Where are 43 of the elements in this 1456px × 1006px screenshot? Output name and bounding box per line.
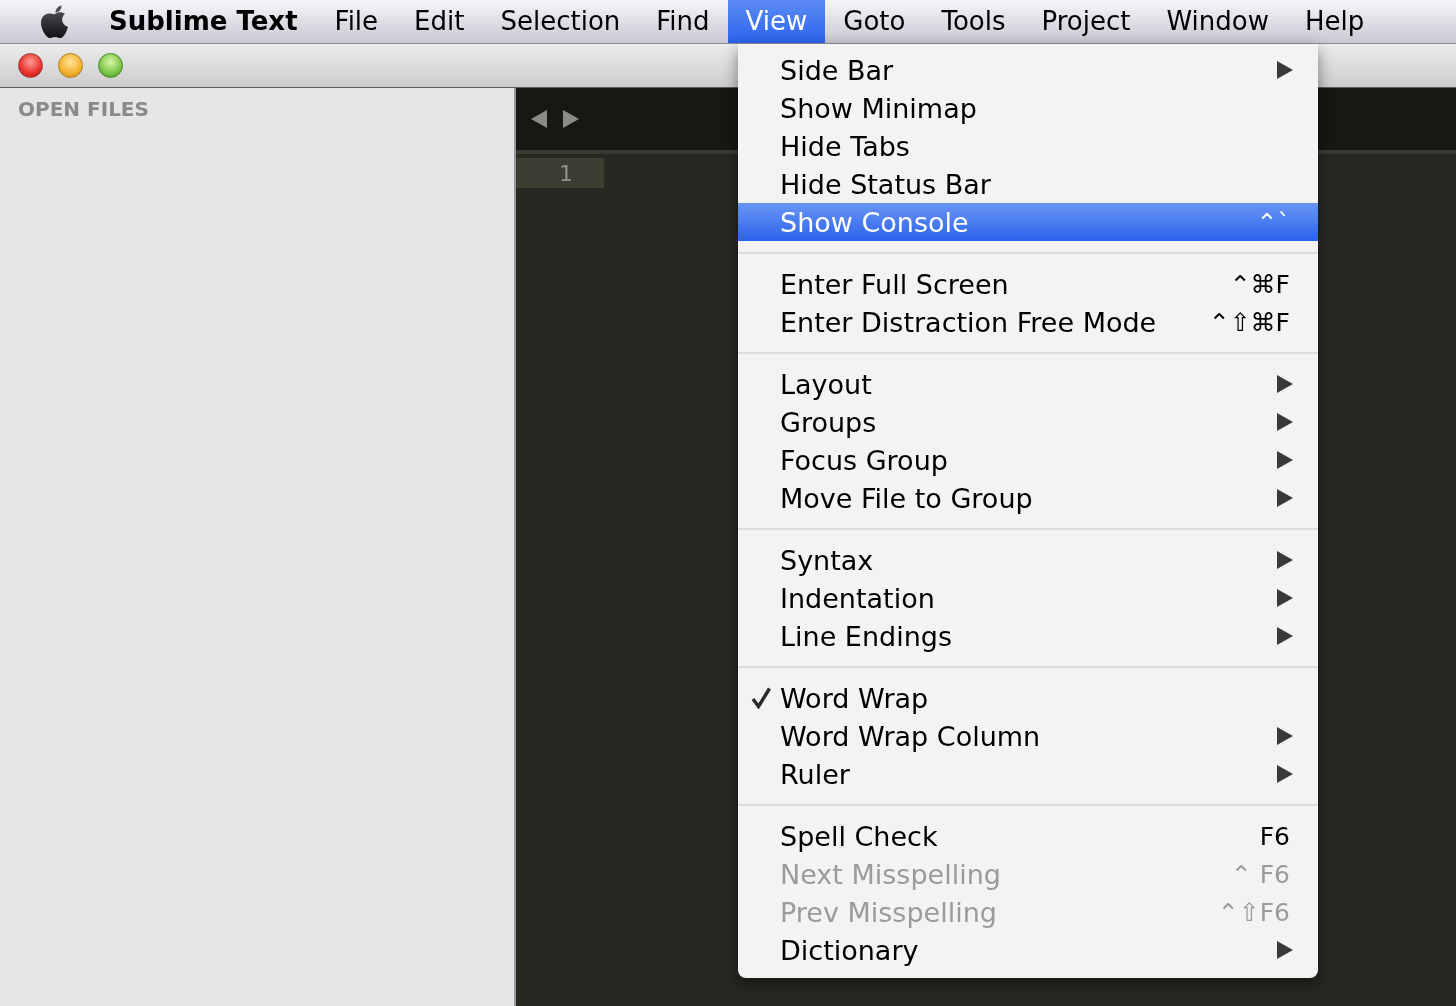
- menu-item[interactable]: Enter Full Screen ⌃⌘F: [738, 265, 1318, 303]
- menu-item[interactable]: Move File to Group: [738, 479, 1318, 517]
- menu-bar-item[interactable]: Window: [1148, 0, 1287, 43]
- menu-item[interactable]: Indentation: [738, 579, 1318, 617]
- shortcut-text: ⌃⇧⌘F: [1208, 309, 1290, 335]
- caret-left-icon[interactable]: [531, 110, 547, 128]
- zoom-icon[interactable]: [98, 53, 123, 78]
- menu-item[interactable]: Dictionary: [738, 931, 1318, 969]
- menu-item[interactable]: Ruler: [738, 755, 1318, 793]
- shortcut-text: ⌃ F6: [1230, 861, 1290, 887]
- menu-item[interactable]: Layout: [738, 365, 1318, 403]
- menu-bar-item[interactable]: Goto: [825, 0, 924, 43]
- menu-bar-item[interactable]: Tools: [923, 0, 1024, 43]
- menu-bar-item[interactable]: File: [316, 0, 397, 43]
- shortcut-text: ⌃⌘F: [1229, 271, 1290, 297]
- menu-item[interactable]: Word Wrap: [738, 679, 1318, 717]
- shortcut-text: ⌃`: [1256, 209, 1290, 235]
- menu-item[interactable]: Show Console ⌃`: [738, 203, 1318, 241]
- menu-item[interactable]: Groups: [738, 403, 1318, 441]
- shortcut-text: ⌃⇧F6: [1217, 899, 1290, 925]
- menu-item[interactable]: Hide Tabs: [738, 127, 1318, 165]
- menu-bar-item[interactable]: Find: [638, 0, 728, 43]
- line-number: 1: [516, 158, 604, 188]
- menu-bar-item[interactable]: View: [727, 0, 826, 43]
- menu-item[interactable]: Word Wrap Column: [738, 717, 1318, 755]
- apple-icon[interactable]: [40, 4, 70, 39]
- menu-bar-item[interactable]: Selection: [482, 0, 639, 43]
- menu-item[interactable]: Show Minimap: [738, 89, 1318, 127]
- close-icon[interactable]: [18, 53, 43, 78]
- menu-item[interactable]: Spell Check F6: [738, 817, 1318, 855]
- shortcut-text: F6: [1259, 823, 1290, 849]
- menu-bar-item[interactable]: Edit: [396, 0, 483, 43]
- menu-item[interactable]: Enter Distraction Free Mode ⌃⇧⌘F: [738, 303, 1318, 341]
- sidebar-heading: OPEN FILES: [18, 96, 149, 123]
- menu-bar-item[interactable]: Help: [1286, 0, 1383, 43]
- menu-item[interactable]: Syntax: [738, 541, 1318, 579]
- menu-bar-item[interactable]: Project: [1023, 0, 1149, 43]
- menu-item[interactable]: Side Bar: [738, 51, 1318, 89]
- menu-item[interactable]: Hide Status Bar: [738, 165, 1318, 203]
- caret-right-icon[interactable]: [563, 110, 579, 128]
- menu-item[interactable]: Focus Group: [738, 441, 1318, 479]
- app-name-menu[interactable]: Sublime Text: [109, 0, 298, 43]
- menu-item[interactable]: Line Endings: [738, 617, 1318, 655]
